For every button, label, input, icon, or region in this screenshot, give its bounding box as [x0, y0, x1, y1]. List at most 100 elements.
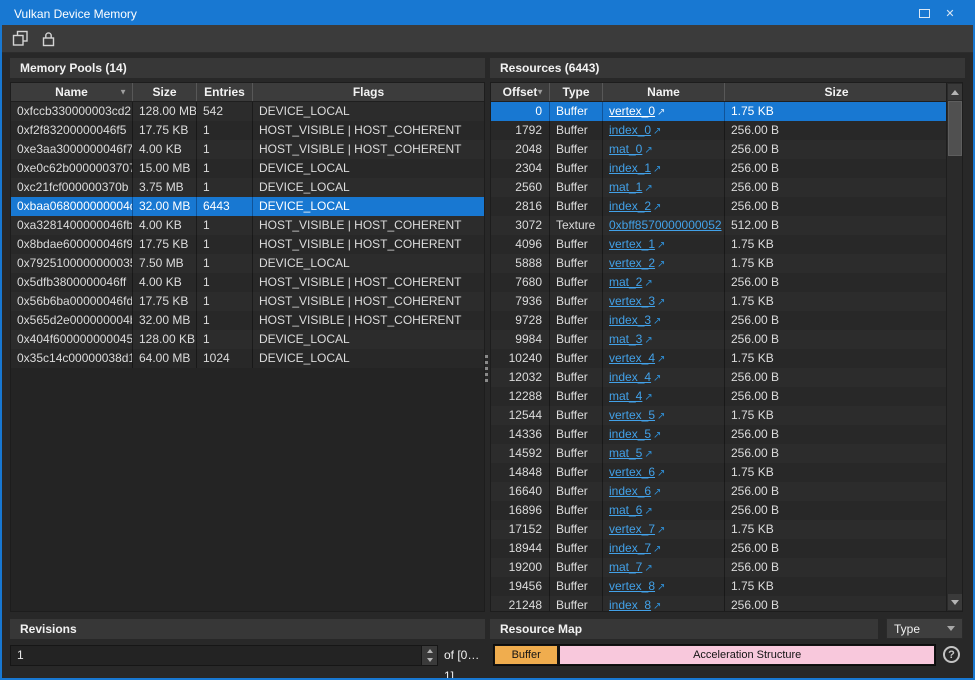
table-row[interactable]: 0xc21fcf000000370b3.75 MB1DEVICE_LOCAL — [11, 178, 484, 197]
scroll-down-button[interactable] — [948, 594, 962, 610]
column-header[interactable]: Flags — [253, 83, 484, 101]
resource-link[interactable]: index_2 — [609, 199, 651, 213]
revision-spinner[interactable]: 1 — [10, 645, 438, 666]
map-grouping-dropdown[interactable]: Type — [886, 618, 963, 639]
resource-link[interactable]: vertex_8 — [609, 579, 655, 593]
table-cell: DEVICE_LOCAL — [253, 102, 484, 121]
scrollbar-thumb[interactable] — [948, 101, 962, 156]
table-row[interactable]: 2048Buffermat_0↗256.00 B — [491, 140, 948, 159]
table-row[interactable]: 0x404f600000000045128.00 KB1DEVICE_LOCAL — [11, 330, 484, 349]
resource-link[interactable]: vertex_4 — [609, 351, 655, 365]
table-cell: index_2↗ — [603, 197, 725, 216]
resource-map-segment[interactable]: Acceleration Structure — [560, 646, 934, 664]
table-row[interactable]: 12544Buffervertex_5↗1.75 KB — [491, 406, 948, 425]
resource-map-segment[interactable]: Buffer — [495, 646, 557, 664]
table-row[interactable]: 17152Buffervertex_7↗1.75 KB — [491, 520, 948, 539]
resource-link[interactable]: vertex_5 — [609, 408, 655, 422]
resource-link[interactable]: mat_2 — [609, 275, 642, 289]
resource-link[interactable]: index_3 — [609, 313, 651, 327]
resource-link[interactable]: vertex_1 — [609, 237, 655, 251]
resource-link[interactable]: mat_4 — [609, 389, 642, 403]
table-row[interactable]: 14336Bufferindex_5↗256.00 B — [491, 425, 948, 444]
table-row[interactable]: 7680Buffermat_2↗256.00 B — [491, 273, 948, 292]
resource-link[interactable]: index_5 — [609, 427, 651, 441]
resource-link[interactable]: vertex_0 — [609, 104, 655, 118]
spin-up-button[interactable] — [422, 646, 437, 656]
table-row[interactable]: 0xe0c62b000000370715.00 MB1DEVICE_LOCAL — [11, 159, 484, 178]
column-header[interactable]: Name▼ — [11, 83, 133, 101]
table-row[interactable]: 3072Texture0xbff8570000000052↗512.00 B — [491, 216, 948, 235]
table-row[interactable]: 9984Buffermat_3↗256.00 B — [491, 330, 948, 349]
resource-link[interactable]: vertex_3 — [609, 294, 655, 308]
panel-splitter[interactable] — [484, 82, 489, 612]
table-cell: 6443 — [197, 197, 253, 216]
copy-button[interactable] — [10, 29, 30, 49]
table-row[interactable]: 0xfccb330000003cd2128.00 MB542DEVICE_LOC… — [11, 102, 484, 121]
table-row[interactable]: 4096Buffervertex_1↗1.75 KB — [491, 235, 948, 254]
table-row[interactable]: 2304Bufferindex_1↗256.00 B — [491, 159, 948, 178]
table-row[interactable]: 0xe3aa3000000046f74.00 KB1HOST_VISIBLE |… — [11, 140, 484, 159]
resource-link[interactable]: index_0 — [609, 123, 651, 137]
resource-link[interactable]: index_1 — [609, 161, 651, 175]
table-row[interactable]: 9728Bufferindex_3↗256.00 B — [491, 311, 948, 330]
table-cell: Buffer — [550, 558, 603, 577]
table-row[interactable]: 0x35c14c00000038d164.00 MB1024DEVICE_LOC… — [11, 349, 484, 368]
table-row[interactable]: 0xa3281400000046fb4.00 KB1HOST_VISIBLE |… — [11, 216, 484, 235]
resource-link[interactable]: mat_0 — [609, 142, 642, 156]
resource-link[interactable]: mat_7 — [609, 560, 642, 574]
table-row[interactable]: 21248Bufferindex_8↗256.00 B — [491, 596, 948, 612]
table-row[interactable]: 2560Buffermat_1↗256.00 B — [491, 178, 948, 197]
resources-scrollbar[interactable] — [946, 83, 962, 611]
table-row[interactable]: 0x5dfb3800000046ff4.00 KB1HOST_VISIBLE |… — [11, 273, 484, 292]
resource-link[interactable]: vertex_2 — [609, 256, 655, 270]
table-row[interactable]: 16640Bufferindex_6↗256.00 B — [491, 482, 948, 501]
resource-link[interactable]: index_4 — [609, 370, 651, 384]
table-row[interactable]: 16896Buffermat_6↗256.00 B — [491, 501, 948, 520]
table-row[interactable]: 1792Bufferindex_0↗256.00 B — [491, 121, 948, 140]
spin-down-button[interactable] — [422, 656, 437, 666]
help-button[interactable]: ? — [943, 646, 960, 663]
table-row[interactable]: 0x79251000000000357.50 MB1DEVICE_LOCAL — [11, 254, 484, 273]
table-cell: 0x565d2e000000004b — [11, 311, 133, 330]
column-header[interactable]: Offset▼ — [491, 83, 550, 101]
table-row[interactable]: 0Buffervertex_0↗1.75 KB — [491, 102, 948, 121]
table-row[interactable]: 0xbaa068000000004d32.00 MB6443DEVICE_LOC… — [11, 197, 484, 216]
table-row[interactable]: 7936Buffervertex_3↗1.75 KB — [491, 292, 948, 311]
resource-link[interactable]: index_6 — [609, 484, 651, 498]
resource-link[interactable]: 0xbff8570000000052 — [609, 218, 722, 232]
close-button[interactable]: ✕ — [937, 5, 963, 23]
scroll-up-button[interactable] — [948, 84, 962, 100]
table-row[interactable]: 5888Buffervertex_2↗1.75 KB — [491, 254, 948, 273]
resource-link[interactable]: mat_6 — [609, 503, 642, 517]
revision-input[interactable]: 1 — [11, 646, 421, 665]
table-row[interactable]: 12032Bufferindex_4↗256.00 B — [491, 368, 948, 387]
resource-link[interactable]: index_7 — [609, 541, 651, 555]
table-row[interactable]: 19456Buffervertex_8↗1.75 KB — [491, 577, 948, 596]
column-header[interactable]: Size — [133, 83, 197, 101]
resource-link[interactable]: vertex_7 — [609, 522, 655, 536]
column-header[interactable]: Type — [550, 83, 603, 101]
table-row[interactable]: 0x56b6ba00000046fd17.75 KB1HOST_VISIBLE … — [11, 292, 484, 311]
resource-link[interactable]: mat_3 — [609, 332, 642, 346]
maximize-button[interactable] — [911, 5, 937, 23]
resource-link[interactable]: mat_5 — [609, 446, 642, 460]
table-row[interactable]: 0xf2f83200000046f517.75 KB1HOST_VISIBLE … — [11, 121, 484, 140]
resource-link[interactable]: index_8 — [609, 598, 651, 612]
table-row[interactable]: 14848Buffervertex_6↗1.75 KB — [491, 463, 948, 482]
table-row[interactable]: 12288Buffermat_4↗256.00 B — [491, 387, 948, 406]
table-row[interactable]: 2816Bufferindex_2↗256.00 B — [491, 197, 948, 216]
table-row[interactable]: 10240Buffervertex_4↗1.75 KB — [491, 349, 948, 368]
table-row[interactable]: 0x8bdae600000046f917.75 KB1HOST_VISIBLE … — [11, 235, 484, 254]
table-row[interactable]: 18944Bufferindex_7↗256.00 B — [491, 539, 948, 558]
table-row[interactable]: 19200Buffermat_7↗256.00 B — [491, 558, 948, 577]
table-row[interactable]: 14592Buffermat_5↗256.00 B — [491, 444, 948, 463]
column-header[interactable]: Size — [725, 83, 948, 101]
column-header[interactable]: Name — [603, 83, 725, 101]
resource-link[interactable]: vertex_6 — [609, 465, 655, 479]
resource-link[interactable]: mat_1 — [609, 180, 642, 194]
lock-button[interactable] — [38, 29, 58, 49]
column-header[interactable]: Entries — [197, 83, 253, 101]
window-title: Vulkan Device Memory — [14, 7, 137, 21]
table-row[interactable]: 0x565d2e000000004b32.00 MB1HOST_VISIBLE … — [11, 311, 484, 330]
table-cell: Buffer — [550, 235, 603, 254]
